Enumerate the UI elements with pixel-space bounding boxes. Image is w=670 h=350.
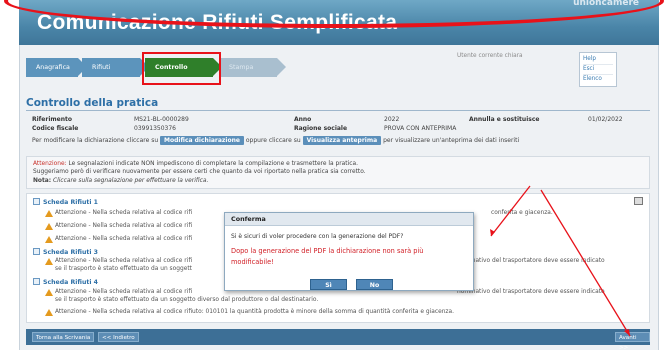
- scheda-title: Scheda Rifiuti 4: [43, 279, 98, 286]
- annotation-step-box: [142, 52, 221, 85]
- modify-row: Per modificare la dichiarazione cliccare…: [32, 136, 519, 145]
- ragione-sociale-label: Ragione sociale: [294, 125, 348, 132]
- notice-box: Attenzione: Le segnalazioni indicate NON…: [26, 156, 650, 189]
- pratica-info: Riferimento MS21-BL-0000289 Anno 2022 An…: [26, 114, 650, 150]
- alert-text: Attenzione - Nella scheda relativa al co…: [55, 309, 454, 315]
- step-rifiuti[interactable]: Rifiuti: [82, 58, 149, 77]
- title-divider: [26, 110, 650, 111]
- ragione-sociale-value: PROVA CON ANTEPRIMA: [384, 125, 457, 132]
- printer-icon[interactable]: [634, 197, 643, 205]
- alert-item[interactable]: Attenzione - Nella scheda relativa al co…: [45, 309, 635, 317]
- warning-icon: [45, 258, 53, 265]
- step-stampa: Stampa: [219, 58, 286, 77]
- expand-icon: [33, 248, 40, 255]
- confirm-dialog: Conferma Si è sicuri di voler procedere …: [224, 212, 474, 291]
- nota-line: Nota: Cliccare sulla segnalazione per ef…: [33, 177, 643, 185]
- scheda-rifiuti-3[interactable]: Scheda Rifiuti 3: [33, 248, 98, 256]
- notice-text-2: Suggeriamo però di verificare nuovamente…: [33, 169, 366, 175]
- alert-tail: nominativo del trasportatore deve essere…: [457, 258, 605, 264]
- scheda-rifiuti-1[interactable]: Scheda Rifiuti 1: [33, 198, 98, 206]
- step-anagrafica[interactable]: Anagrafica: [26, 58, 87, 77]
- notice-text-1: Le segnalazioni indicate NON impediscono…: [68, 161, 358, 167]
- warning-icon: [45, 210, 53, 217]
- alert-text: Attenzione - Nella scheda relativa al co…: [55, 236, 193, 242]
- warning-icon: [45, 223, 53, 230]
- annulla-value: 01/02/2022: [588, 116, 623, 123]
- yes-button[interactable]: Sì: [310, 279, 347, 290]
- warning-icon: [45, 309, 53, 316]
- attention-label: Attenzione:: [33, 161, 67, 167]
- nota-label: Nota:: [33, 178, 52, 184]
- alert-text: se il trasporto è stato effettuato da un…: [55, 297, 319, 303]
- page-title: Controllo della pratica: [26, 97, 159, 109]
- alert-text: Attenzione - Nella scheda relativa al co…: [55, 289, 193, 295]
- annulla-label: Annulla e sostituisce: [469, 116, 540, 123]
- alert-text: se il trasporto è stato effettuato da un…: [55, 266, 192, 272]
- side-menu: Help Esci Elenco: [579, 52, 617, 87]
- alert-tail: nominativo del trasportatore deve essere…: [457, 289, 605, 295]
- riferimento-label: Riferimento: [32, 116, 72, 123]
- warning-icon: [45, 289, 53, 296]
- alert-text: Attenzione - Nella scheda relativa al co…: [55, 258, 193, 264]
- expand-icon: [33, 198, 40, 205]
- warning-icon: [45, 236, 53, 243]
- alert-item-continued[interactable]: se il trasporto è stato effettuato da un…: [55, 297, 635, 305]
- menu-help[interactable]: Help: [583, 55, 613, 65]
- preview-suffix: per visualizzare un'anteprima dei dati i…: [383, 137, 520, 144]
- riferimento-value: MS21-BL-0000289: [134, 116, 189, 123]
- scheda-title: Scheda Rifiuti 3: [43, 249, 98, 256]
- main-content: Anagrafica Rifiuti Controllo Stampa Uten…: [19, 45, 659, 350]
- anno-label: Anno: [294, 116, 312, 123]
- alert-text: Attenzione - Nella scheda relativa al co…: [55, 210, 193, 216]
- visualizza-anteprima-button[interactable]: Visualizza anteprima: [302, 136, 382, 145]
- codice-fiscale-label: Codice fiscale: [32, 125, 79, 132]
- anno-value: 2022: [384, 116, 400, 123]
- modify-prefix: Per modificare la dichiarazione cliccare…: [32, 137, 159, 144]
- expand-icon: [33, 278, 40, 285]
- avanti-button[interactable]: Avanti >>: [615, 332, 650, 350]
- scheda-rifiuti-4[interactable]: Scheda Rifiuti 4: [33, 278, 98, 286]
- indietro-button[interactable]: << Indietro: [98, 332, 139, 342]
- no-button[interactable]: No: [356, 279, 393, 290]
- alert-tail: conferita e giacenza.: [491, 210, 553, 216]
- notice-line-1: Attenzione: Le segnalazioni indicate NON…: [33, 160, 643, 168]
- wizard-steps: Anagrafica Rifiuti Controllo Stampa: [26, 58, 446, 77]
- dialog-warning: Dopo la generazione del PDF la dichiaraz…: [231, 247, 424, 266]
- bottom-nav-bar: Torna alla Scrivania << Indietro Avanti …: [26, 329, 650, 350]
- menu-esci[interactable]: Esci: [583, 65, 613, 75]
- scheda-title: Scheda Rifiuti 1: [43, 199, 98, 206]
- menu-elenco[interactable]: Elenco: [583, 75, 613, 84]
- dialog-question: Si è sicuri di voler procedere con la ge…: [231, 233, 404, 240]
- torna-scrivania-button[interactable]: Torna alla Scrivania: [32, 332, 95, 342]
- modifica-dichiarazione-button[interactable]: Modifica dichiarazione: [160, 136, 244, 145]
- alert-text: Attenzione - Nella scheda relativa al co…: [55, 223, 193, 229]
- or-text: oppure cliccare su: [245, 137, 301, 144]
- dialog-title: Conferma: [225, 213, 473, 226]
- codice-fiscale-value: 03991350376: [134, 125, 176, 132]
- nota-text: Cliccare sulla segnalazione per effettua…: [53, 178, 209, 184]
- current-user: Utente corrente chiara: [457, 53, 523, 59]
